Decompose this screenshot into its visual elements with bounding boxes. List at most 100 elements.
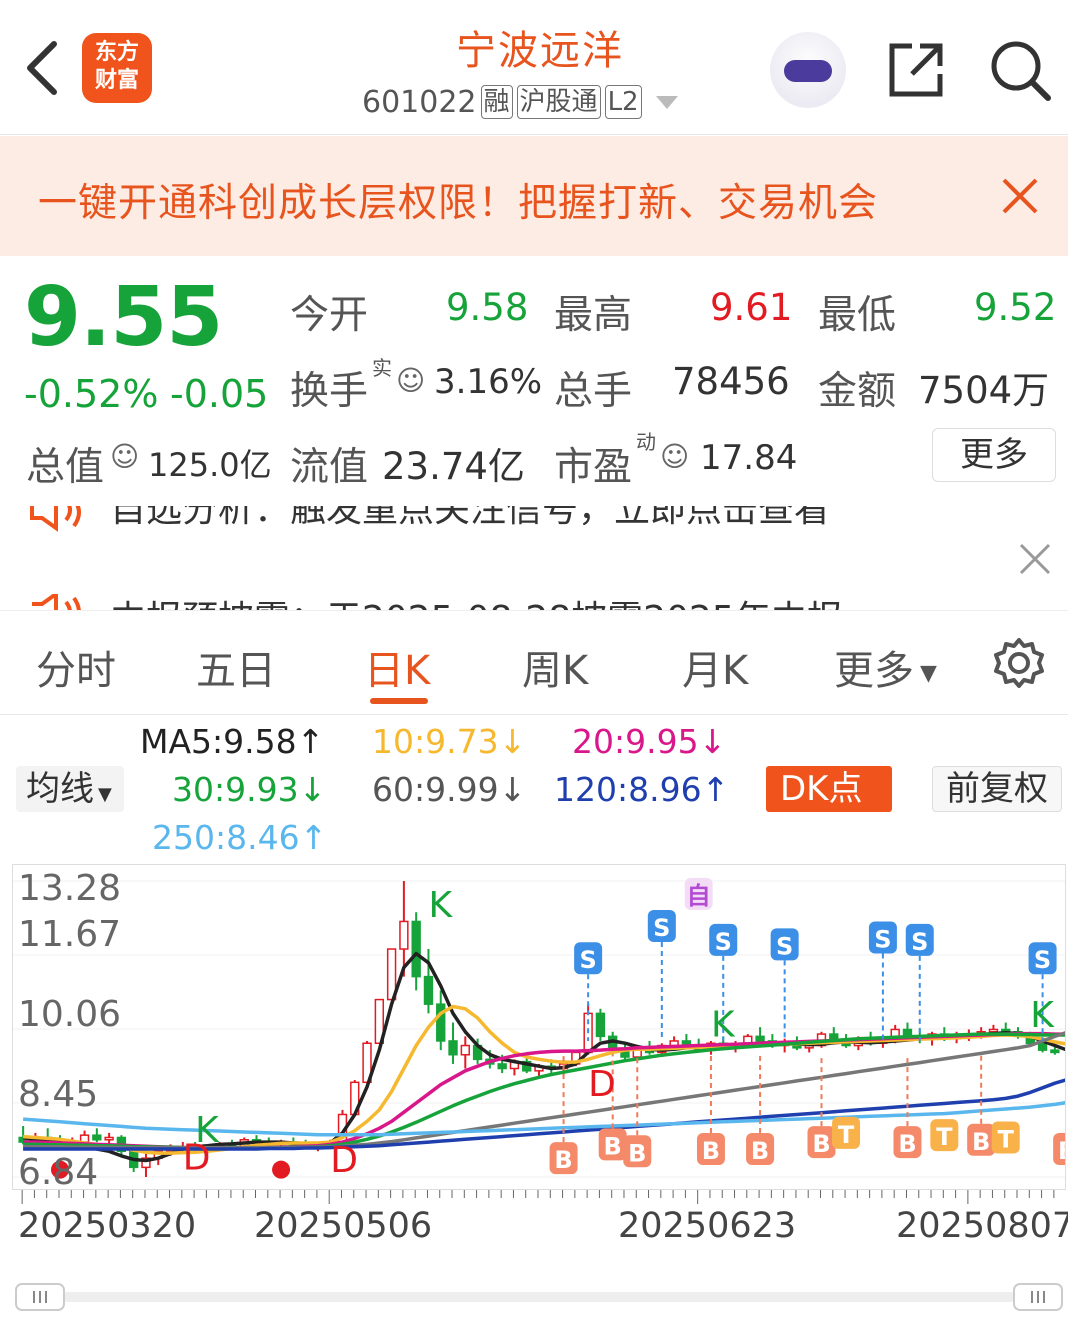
y-tick: 11.67	[18, 914, 122, 955]
candle-body	[436, 1003, 446, 1042]
candle-body	[411, 920, 421, 978]
sell-marker: S	[776, 932, 793, 960]
self-select-marker: 自	[687, 882, 711, 910]
volume-label: 总手	[554, 369, 633, 414]
ma20-value: 20:9.95↓	[572, 722, 727, 761]
x-tick: 20250506	[254, 1206, 433, 1246]
candle-body	[92, 1134, 102, 1141]
caret-down-icon: ▼	[920, 660, 937, 686]
tag-margin: 融	[480, 85, 513, 119]
promo-text: 一键开通科创成长层权限！把握打新、交易机会	[38, 181, 879, 226]
current-price: 9.55	[24, 270, 223, 365]
t-marker: T	[936, 1123, 953, 1151]
tab-intraday[interactable]: 分时	[36, 638, 116, 696]
k-signal: K	[1030, 995, 1055, 1036]
news-ticker[interactable]: 自选分析：触发重点关注信号，立即点击查看 中报预披露：于2025-08-28披露…	[0, 506, 1068, 611]
adjust-mode-button[interactable]: 前复权	[932, 766, 1062, 812]
candle-body	[988, 1028, 999, 1033]
float-cap-label: 流值	[290, 445, 369, 490]
d-signal: D	[588, 1064, 616, 1105]
more-button[interactable]: 更多	[932, 428, 1056, 482]
y-tick: 10.06	[18, 994, 122, 1035]
info-icon[interactable]: ☺	[396, 364, 425, 397]
speaker-icon	[30, 506, 81, 532]
tab-more[interactable]: 更多 ▼	[834, 638, 937, 696]
share-icon[interactable]	[886, 40, 946, 100]
back-arrow-icon[interactable]	[20, 38, 64, 98]
buy-marker: B	[628, 1139, 646, 1167]
open-value: 9.58	[446, 286, 529, 329]
active-tab-indicator	[370, 698, 428, 704]
search-icon[interactable]	[988, 38, 1052, 102]
high-value: 9.61	[710, 286, 793, 329]
pe-sup: 动	[636, 430, 656, 454]
buy-marker: B	[898, 1130, 916, 1158]
buy-marker: B	[812, 1130, 830, 1158]
tag-level2: L2	[604, 85, 642, 119]
open-label: 今开	[290, 293, 369, 338]
tab-more-label: 更多	[834, 648, 914, 694]
candle-body	[1050, 1049, 1060, 1054]
dot-marker	[272, 1160, 291, 1179]
stock-code: 601022	[362, 84, 477, 120]
ma250-value: 250:8.46↑	[152, 818, 328, 857]
ma-selector[interactable]: 均线 ▼	[16, 766, 124, 812]
sell-marker: S	[653, 914, 670, 942]
gear-icon[interactable]	[992, 636, 1046, 690]
candle-body	[104, 1136, 114, 1141]
sell-marker: S	[579, 946, 596, 974]
speaker-icon	[32, 594, 81, 610]
candle-body	[755, 1035, 765, 1042]
tab-five-day[interactable]: 五日	[196, 638, 276, 696]
y-tick: 13.28	[18, 868, 122, 909]
sell-marker: S	[874, 926, 891, 954]
ma120-value: 120:8.96↑	[554, 770, 730, 809]
market-cap-label: 总值	[26, 445, 105, 490]
promo-banner[interactable]: 一键开通科创成长层权限！把握打新、交易机会	[0, 136, 1068, 256]
tab-daily-k[interactable]: 日K	[364, 638, 430, 696]
candle-body	[1037, 1042, 1048, 1051]
pe-label: 市盈	[554, 445, 633, 490]
k-signal: K	[711, 1004, 736, 1045]
caret-down-icon: ▼	[98, 784, 112, 805]
tab-weekly-k[interactable]: 周K	[522, 638, 588, 696]
dk-point-button[interactable]: DK点	[766, 766, 892, 812]
kline-chart[interactable]: SSSSSSSBBBBBBBBBTTTKKKKDDD自	[12, 864, 1066, 1190]
candle-body	[399, 920, 409, 950]
chart-scrollbar[interactable]	[14, 1282, 1064, 1312]
tag-connect: 沪股通	[516, 85, 601, 119]
app-logo[interactable]: 东方 财富	[82, 33, 152, 103]
x-tick: 20250807	[896, 1206, 1068, 1246]
news-item[interactable]: 自选分析：触发重点关注信号，立即点击查看	[110, 506, 830, 532]
candle-body	[595, 1012, 606, 1038]
d-signal: D	[330, 1140, 358, 1181]
d-signal: D	[183, 1138, 211, 1179]
y-tick: 8.45	[18, 1074, 99, 1115]
turnover-sup: 实	[372, 356, 392, 380]
ma30-value: 30:9.93↓	[172, 770, 327, 809]
news-item[interactable]: 中报预披露：于2025-08-28披露2025年中报	[110, 590, 843, 610]
change-percent: -0.52%	[24, 372, 159, 416]
x-tick: 20250320	[18, 1206, 197, 1246]
stock-code-line[interactable]: 601022 融 沪股通 L2	[362, 82, 678, 122]
info-icon[interactable]: ☺	[660, 440, 689, 473]
change-amount: -0.05	[170, 372, 269, 416]
t-marker: T	[838, 1121, 855, 1149]
tab-monthly-k[interactable]: 月K	[682, 638, 748, 696]
buy-marker: B	[554, 1146, 572, 1174]
buy-marker: B	[751, 1137, 769, 1165]
dropdown-caret-icon[interactable]	[655, 95, 678, 109]
turnover-value: 3.16%	[434, 362, 543, 402]
float-cap-value: 23.74亿	[382, 445, 525, 488]
x-tick: 20250623	[618, 1206, 797, 1246]
candle-body	[497, 1063, 507, 1070]
amount-value: 7504万	[918, 369, 1050, 412]
close-icon[interactable]	[1018, 542, 1052, 576]
buy-marker: B	[972, 1128, 990, 1156]
logo-text-bottom: 财富	[94, 68, 139, 93]
info-icon[interactable]: ☺	[110, 440, 139, 473]
sell-marker: S	[911, 928, 928, 956]
close-icon[interactable]	[1000, 176, 1040, 216]
ai-robot-icon[interactable]	[770, 32, 846, 108]
kline-svg[interactable]: SSSSSSSBBBBBBBBBTTTKKKKDDD自	[13, 865, 1066, 1190]
